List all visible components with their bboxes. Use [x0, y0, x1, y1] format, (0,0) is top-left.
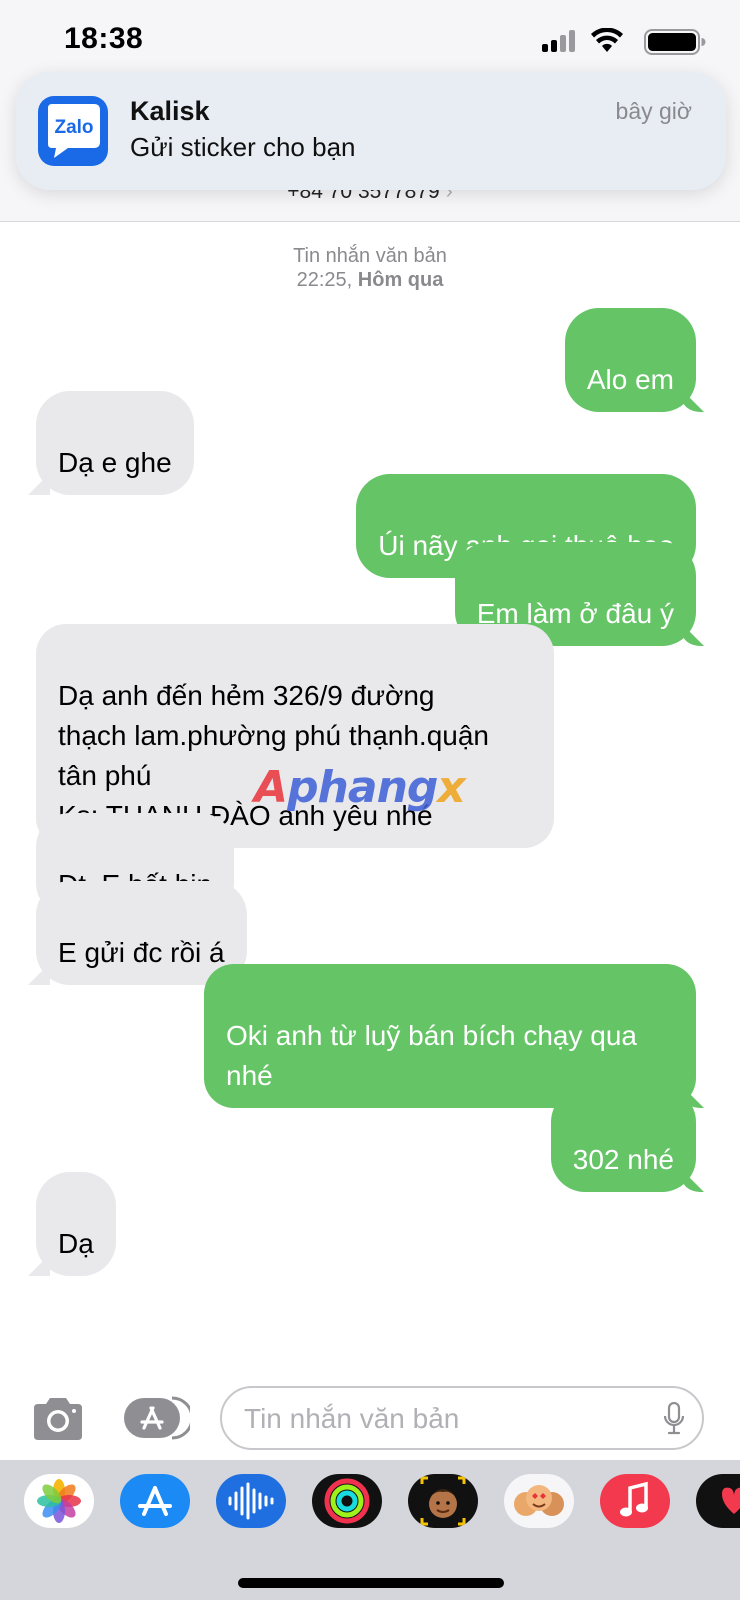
message-bubble-sent[interactable]: 302 nhé	[550, 1088, 696, 1192]
timestamp-datetime: 22:25, Hôm qua	[0, 268, 740, 292]
timestamp-time: 22:25,	[296, 269, 353, 291]
status-time: 18:38	[64, 22, 144, 55]
message-text: Dạ	[58, 1228, 94, 1259]
app-store-icon[interactable]	[120, 1474, 190, 1528]
message-bubble-received[interactable]: Dạ	[36, 1172, 116, 1276]
status-bar: 18:38	[0, 0, 740, 80]
notification-time: bây giờ	[615, 98, 692, 124]
microphone-icon[interactable]	[662, 1402, 686, 1436]
audio-message-icon[interactable]	[216, 1474, 286, 1528]
timestamp-day: Hôm qua	[357, 269, 444, 291]
message-input-placeholder: Tin nhắn văn bản	[244, 1403, 460, 1434]
message-bubble-sent[interactable]: Alo em	[564, 308, 696, 412]
music-icon[interactable]	[600, 1474, 670, 1528]
notification-title: Kalisk	[130, 96, 210, 126]
message-text: Oki anh từ luỹ bán bích chạy qua nhé	[226, 1020, 637, 1091]
message-input[interactable]: Tin nhắn văn bản	[220, 1386, 704, 1450]
message-text: Alo em	[586, 364, 674, 395]
photos-icon[interactable]	[24, 1474, 94, 1528]
message-timestamp: Tin nhắn văn bản 22:25, Hôm qua	[0, 244, 740, 292]
zalo-icon-text: Zalo	[54, 117, 93, 138]
cellular-signal-icon	[542, 30, 576, 52]
message-bubble-sent[interactable]: Oki anh từ luỹ bán bích chạy qua nhé	[204, 964, 696, 1108]
heart-app-icon[interactable]	[696, 1474, 740, 1528]
wifi-icon	[591, 28, 623, 52]
notification-body: Gửi sticker cho bạn	[130, 132, 356, 162]
app-store-button-icon[interactable]	[122, 1396, 190, 1440]
memoji-icon[interactable]	[408, 1474, 478, 1528]
watermark-logo: Aphangx	[254, 762, 466, 813]
message-text: 302 nhé	[572, 1144, 674, 1175]
home-indicator[interactable]	[238, 1578, 504, 1588]
activity-icon[interactable]	[312, 1474, 382, 1528]
battery-icon	[644, 29, 706, 55]
message-text: Dạ e ghe	[58, 447, 172, 478]
memoji-stickers-icon[interactable]	[504, 1474, 574, 1528]
message-text: E gửi đc rồi á	[58, 937, 225, 968]
timestamp-label: Tin nhắn văn bản	[293, 245, 447, 267]
message-bubble-received[interactable]: Dạ e ghe	[36, 391, 194, 495]
status-icons	[536, 28, 706, 55]
notification-banner[interactable]: Zalo Kalisk Gửi sticker cho bạn bây giờ	[16, 72, 726, 190]
camera-icon[interactable]	[30, 1396, 86, 1442]
zalo-app-icon: Zalo	[38, 96, 108, 166]
